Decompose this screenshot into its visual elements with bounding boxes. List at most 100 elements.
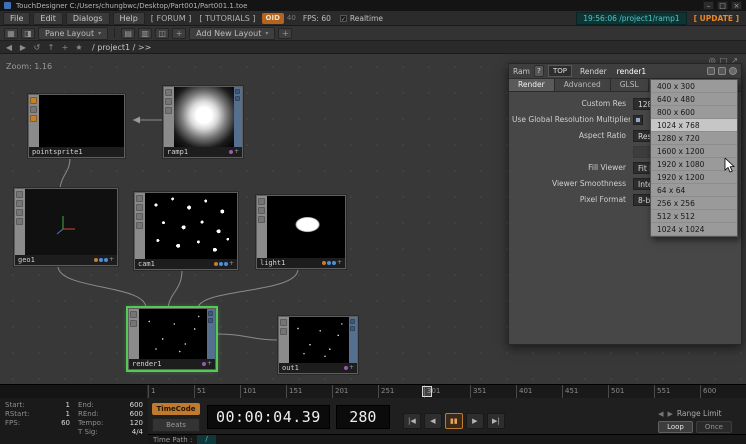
node-viewer[interactable] <box>139 309 207 359</box>
resolution-option[interactable]: 1024 x 1024 <box>651 223 737 236</box>
add-pane-icon[interactable]: + <box>172 28 186 39</box>
layout-grid-icon[interactable]: ▦ <box>4 28 18 39</box>
viewer-flag-icon[interactable] <box>258 198 265 205</box>
display-flag-strip[interactable] <box>207 309 215 359</box>
timeline-field[interactable] <box>5 428 70 437</box>
render-flag-icon[interactable] <box>16 209 23 216</box>
param-drag-label[interactable]: Ram <box>513 67 530 76</box>
param-tab[interactable]: GLSL <box>611 79 649 91</box>
pane-preset-3-icon[interactable]: ◫ <box>155 28 169 39</box>
timecode-button[interactable]: TimeCode <box>152 403 200 415</box>
timeline-field[interactable]: FPS:60 <box>5 419 70 428</box>
node-flags[interactable] <box>279 317 289 363</box>
color-dot[interactable] <box>214 262 218 266</box>
timeline-field[interactable]: T Sig:4/4 <box>78 428 143 437</box>
bypass-flag-icon[interactable] <box>16 200 23 207</box>
gear-icon[interactable] <box>729 67 737 75</box>
split-pane-icon[interactable]: ◨ <box>21 28 35 39</box>
menu-link[interactable]: [ FORUM ] <box>148 14 195 23</box>
bypass-flag-icon[interactable] <box>165 98 172 105</box>
color-dot[interactable] <box>104 258 108 262</box>
node-geo1[interactable]: geo1+ <box>14 188 118 266</box>
breadcrumb[interactable]: / project1 / >> <box>92 43 151 52</box>
color-dot[interactable] <box>224 262 228 266</box>
perform-toggle[interactable]: OID <box>262 13 284 24</box>
loop-button[interactable]: Loop <box>658 421 693 433</box>
skip-to-end-button[interactable]: ▶| <box>487 413 505 429</box>
viewer-flag-icon[interactable] <box>16 191 23 198</box>
color-dot[interactable] <box>99 258 103 262</box>
viewer-flag-icon[interactable] <box>165 89 172 96</box>
param-tab[interactable]: Advanced <box>555 79 611 91</box>
menu-link[interactable]: [ TUTORIALS ] <box>196 14 258 23</box>
bypass-flag-icon[interactable] <box>258 207 265 214</box>
frame-display[interactable]: 280 <box>336 405 390 429</box>
playhead[interactable] <box>422 386 432 397</box>
resolution-option[interactable]: 256 x 256 <box>651 197 737 210</box>
bypass-flag-icon[interactable] <box>280 328 287 335</box>
time-path-value[interactable]: / <box>197 435 215 444</box>
ruler-ticks[interactable]: 151101151201251301351401451501551600 <box>148 385 746 398</box>
resolution-option[interactable]: 400 x 300 <box>651 80 737 93</box>
resolution-option[interactable]: 1600 x 1200 <box>651 145 737 158</box>
bypass-flag-icon[interactable] <box>30 106 37 113</box>
node-flags[interactable] <box>29 95 39 147</box>
pane-layout-dropdown[interactable]: Pane Layout ▾ <box>38 27 108 40</box>
parent-up-icon[interactable]: ↑ <box>45 43 57 52</box>
node-render1[interactable]: render1+ <box>128 308 216 370</box>
color-dot[interactable] <box>322 261 326 265</box>
op-name-field[interactable]: render1 <box>617 67 647 76</box>
resolution-option[interactable]: 64 x 64 <box>651 184 737 197</box>
timeline-field[interactable]: RStart:1 <box>5 410 70 419</box>
node-out1[interactable]: out1+ <box>278 316 358 374</box>
menu-item[interactable]: Dialogs <box>66 12 110 25</box>
param-tab[interactable]: Render <box>509 79 555 91</box>
add-flag-icon[interactable]: + <box>229 262 234 266</box>
add-flag-icon[interactable]: + <box>349 366 354 370</box>
color-dot[interactable] <box>229 150 233 154</box>
add-icon[interactable]: + <box>59 43 71 52</box>
refresh-icon[interactable]: ↺ <box>31 43 43 52</box>
maximize-button[interactable]: □ <box>717 1 728 10</box>
node-flags[interactable] <box>135 193 145 259</box>
viewer-flag-icon[interactable] <box>130 311 137 318</box>
display-flag-icon[interactable] <box>16 218 23 225</box>
node-cam1[interactable]: cam1+ <box>134 192 238 270</box>
color-dot[interactable] <box>344 366 348 370</box>
color-dot[interactable] <box>94 258 98 262</box>
step-back-button[interactable]: ◀ <box>424 413 442 429</box>
menu-item[interactable]: File <box>3 12 30 25</box>
update-button[interactable]: [ UPDATE ] <box>690 14 743 23</box>
help-icon[interactable]: ? <box>534 65 544 77</box>
node-viewer[interactable] <box>39 95 124 147</box>
add-flag-icon[interactable]: + <box>234 150 239 154</box>
bookmark-star-icon[interactable]: ★ <box>73 43 85 52</box>
node-viewer[interactable] <box>267 196 345 258</box>
node-pointsprite1[interactable]: pointsprite1 <box>28 94 125 158</box>
node-viewer[interactable] <box>145 193 237 259</box>
color-dot[interactable] <box>332 261 336 265</box>
add-flag-icon[interactable]: + <box>337 261 342 265</box>
pane-preset-2-icon[interactable]: ▥ <box>138 28 152 39</box>
viewer-flag-icon[interactable] <box>136 195 143 202</box>
display-flag-icon[interactable] <box>136 222 143 229</box>
once-button[interactable]: Once <box>696 421 732 433</box>
network-editor[interactable]: Zoom: 1.16 ◎ □ ↗ <box>0 54 746 384</box>
add-flag-icon[interactable]: + <box>109 258 114 262</box>
add-layout-icon[interactable]: + <box>278 28 292 39</box>
back-icon[interactable]: ◀ <box>3 43 15 52</box>
node-ramp1[interactable]: ramp1+ <box>163 86 243 158</box>
resolution-option[interactable]: 1024 x 768 <box>651 119 737 132</box>
node-flags[interactable] <box>129 309 139 359</box>
display-flag-strip[interactable] <box>234 87 242 147</box>
resolution-option[interactable]: 1920 x 1200 <box>651 171 737 184</box>
add-new-layout-dropdown[interactable]: Add New Layout ▾ <box>189 27 275 40</box>
close-button[interactable]: × <box>731 1 742 10</box>
add-flag-icon[interactable]: + <box>207 362 212 366</box>
pane-preset-1-icon[interactable]: ▤ <box>121 28 135 39</box>
timeline-ruler[interactable]: 151101151201251301351401451501551600 <box>0 384 746 398</box>
bypass-flag-icon[interactable] <box>130 320 137 327</box>
node-light1[interactable]: light1+ <box>256 195 346 269</box>
color-dot[interactable] <box>219 262 223 266</box>
viewer-flag-icon[interactable] <box>30 97 37 104</box>
